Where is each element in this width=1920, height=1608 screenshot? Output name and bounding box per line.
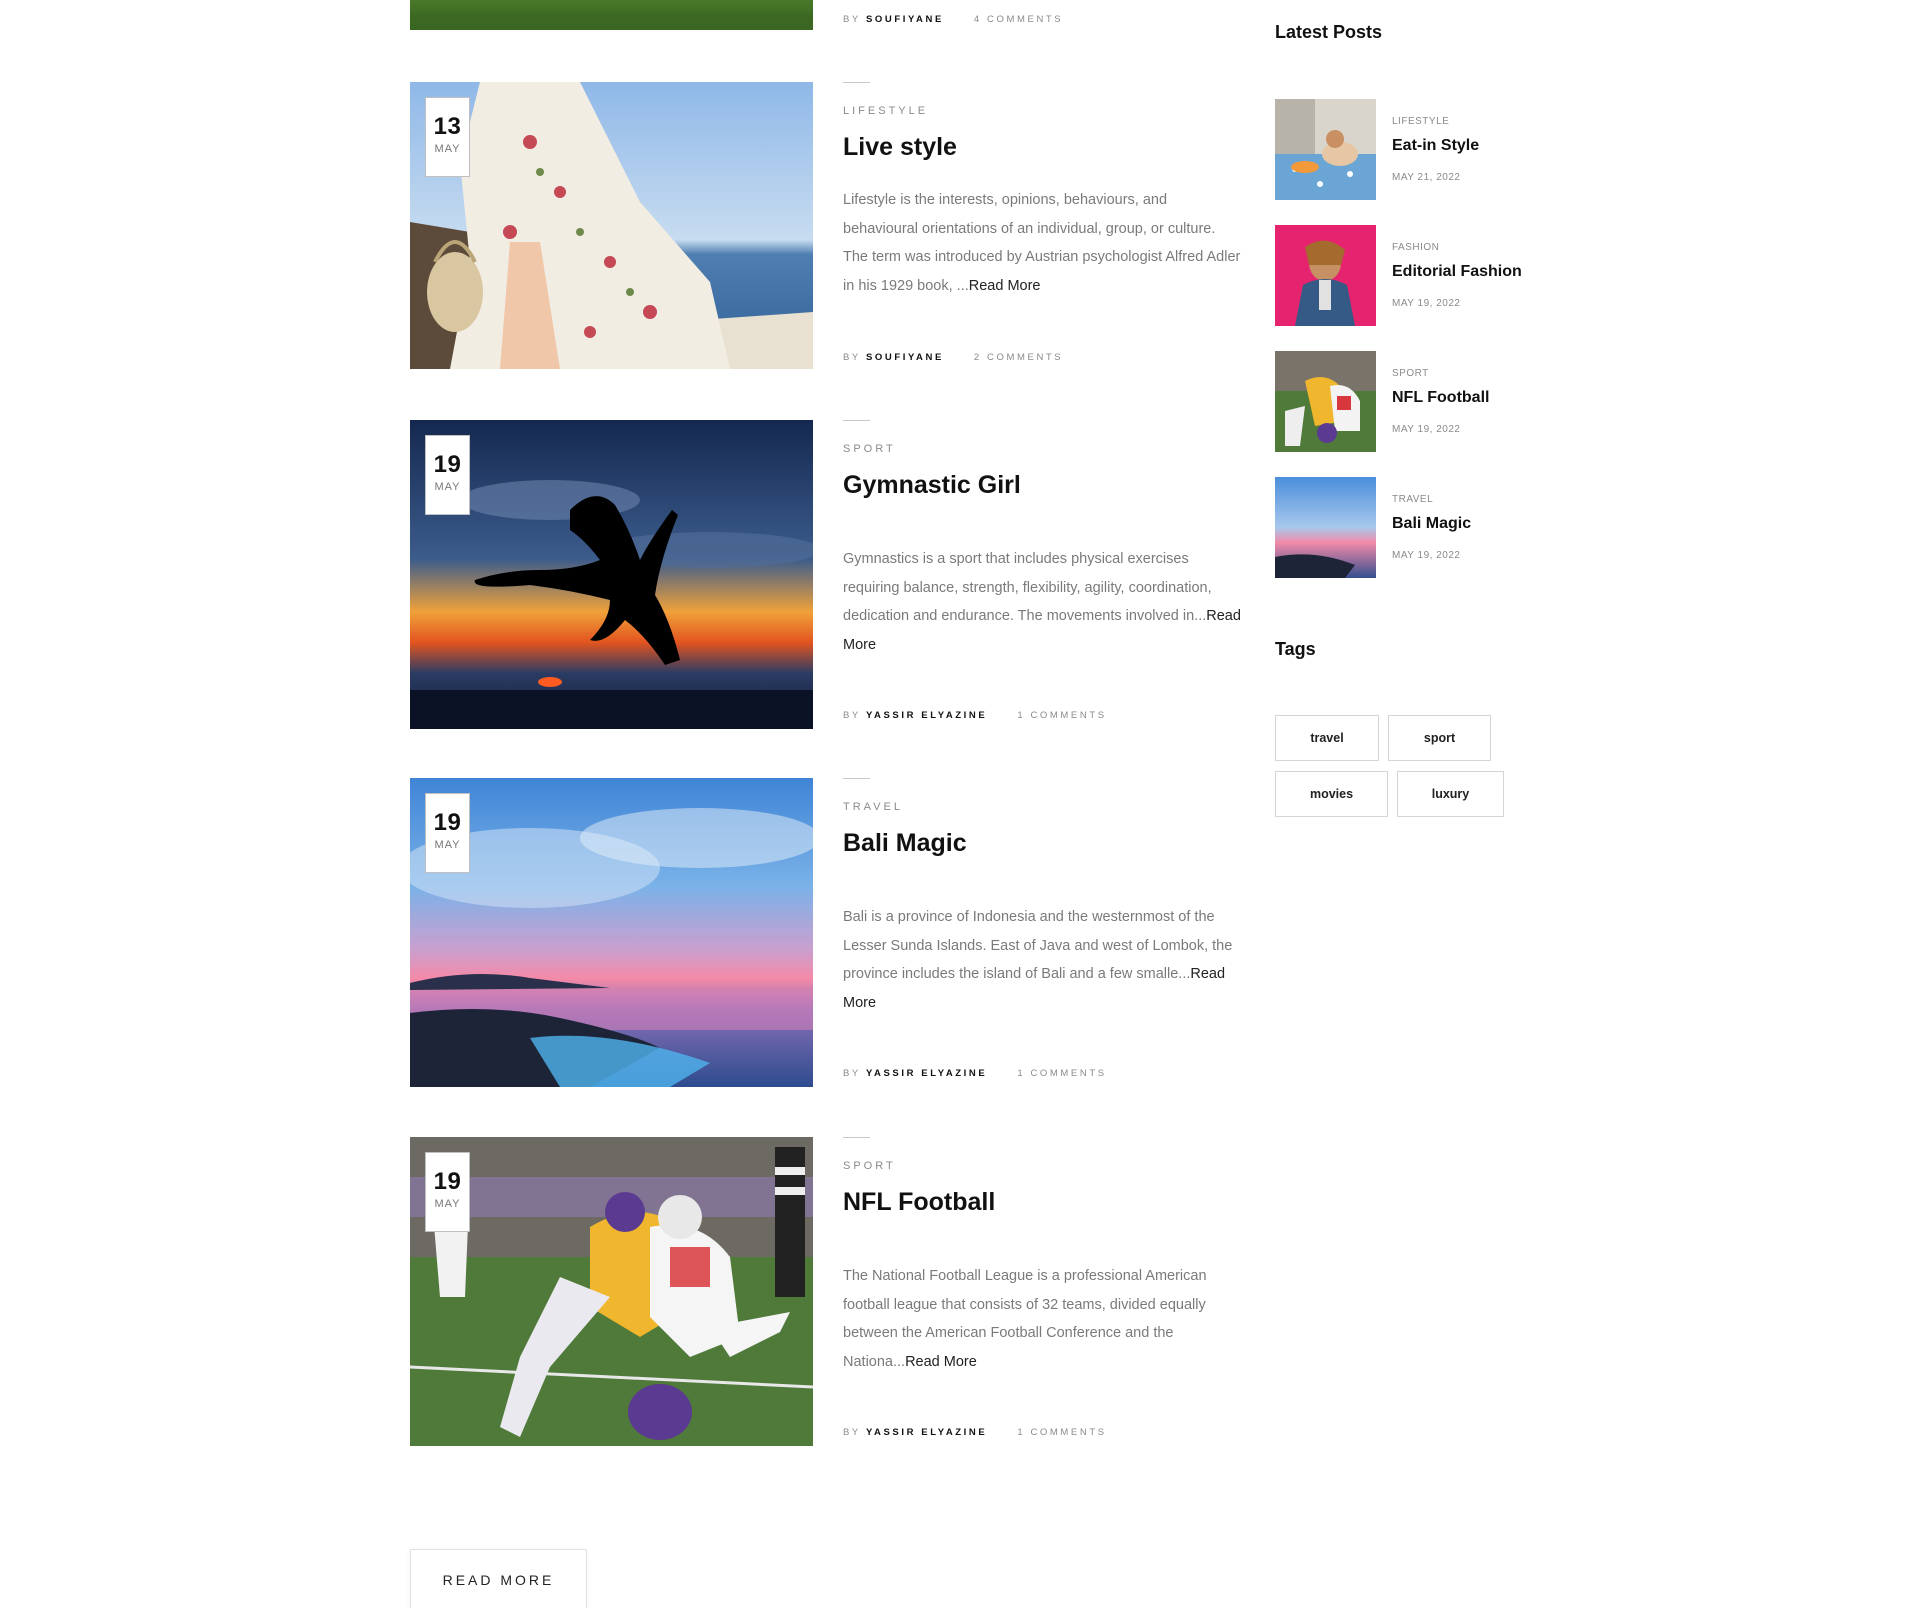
latest-post-item[interactable]: FASHION Editorial Fashion MAY 19, 2022: [1275, 225, 1575, 327]
post-comments[interactable]: 4 COMMENTS: [974, 14, 1063, 25]
latest-post-category: TRAVEL: [1392, 494, 1434, 505]
post-title[interactable]: Gymnastic Girl: [843, 470, 1243, 500]
latest-posts-heading: Latest Posts: [1275, 22, 1383, 42]
post-comments[interactable]: 1 COMMENTS: [1017, 1427, 1106, 1438]
post-excerpt: Lifestyle is the interests, opinions, be…: [843, 192, 1241, 294]
latest-post-date: MAY 19, 2022: [1392, 424, 1461, 435]
post-meta: BY YASSIR ELYAZINE 1 COMMENTS: [843, 1427, 1107, 1438]
post-author[interactable]: SOUFIYANE: [866, 14, 944, 25]
tag-travel[interactable]: travel: [1275, 715, 1379, 761]
latest-post-thumbnail[interactable]: [1275, 477, 1376, 578]
latest-post-item[interactable]: LIFESTYLE Eat-in Style MAY 21, 2022: [1275, 99, 1575, 201]
post-meta: BY YASSIR ELYAZINE 1 COMMENTS: [843, 1068, 1107, 1079]
post-card: 13 MAY LIFESTYLE Live style Lifestyle is…: [410, 82, 1240, 372]
post-card: 19 MAY SPORT Gymnastic Girl Gymnastics i…: [410, 420, 1243, 730]
post-excerpt: The National Football League is a profes…: [843, 1268, 1207, 1370]
latest-post-date: MAY 19, 2022: [1392, 298, 1461, 309]
post-category[interactable]: SPORT: [843, 443, 1243, 455]
post-date-badge: 19 MAY: [425, 435, 470, 515]
divider: [843, 778, 870, 779]
latest-post-thumbnail[interactable]: [1275, 99, 1376, 200]
tag-sport[interactable]: sport: [1388, 715, 1491, 761]
post-category[interactable]: LIFESTYLE: [843, 105, 1243, 117]
football-photo: [410, 1137, 813, 1446]
post-content: SPORT NFL Football The National Football…: [843, 1137, 1243, 1376]
latest-post-title[interactable]: Editorial Fashion: [1392, 263, 1522, 281]
divider: [843, 1137, 870, 1138]
post-previous: BY SOUFIYANE 4 COMMENTS: [410, 0, 1240, 32]
post-author[interactable]: YASSIR ELYAZINE: [866, 1068, 987, 1079]
divider: [843, 82, 870, 83]
read-more-link[interactable]: Read More: [905, 1354, 977, 1370]
post-content: SPORT Gymnastic Girl Gymnastics is a spo…: [843, 420, 1243, 659]
post-meta: BY SOUFIYANE 2 COMMENTS: [843, 352, 1064, 363]
post-date-badge: 19 MAY: [425, 1152, 470, 1232]
lifestyle-photo: [410, 82, 813, 369]
post-title[interactable]: NFL Football: [843, 1187, 1243, 1217]
post-content: LIFESTYLE Live style Lifestyle is the in…: [843, 82, 1243, 300]
latest-post-date: MAY 19, 2022: [1392, 550, 1461, 561]
latest-post-category: FASHION: [1392, 242, 1440, 253]
post-category[interactable]: TRAVEL: [843, 801, 1243, 813]
post-card: 19 MAY TRAVEL Bali Magic Bali is a provi…: [410, 778, 1240, 1088]
post-title[interactable]: Live style: [843, 132, 1243, 162]
post-author[interactable]: YASSIR ELYAZINE: [866, 710, 987, 721]
post-comments[interactable]: 2 COMMENTS: [974, 352, 1063, 363]
latest-post-thumbnail[interactable]: [1275, 225, 1376, 326]
latest-post-item[interactable]: TRAVEL Bali Magic MAY 19, 2022: [1275, 477, 1575, 579]
post-comments[interactable]: 1 COMMENTS: [1017, 710, 1106, 721]
post-title[interactable]: Bali Magic: [843, 828, 1243, 858]
latest-post-category: SPORT: [1392, 368, 1429, 379]
post-author[interactable]: SOUFIYANE: [866, 352, 944, 363]
post-image[interactable]: 19 MAY: [410, 420, 813, 729]
latest-post-item[interactable]: SPORT NFL Football MAY 19, 2022: [1275, 351, 1575, 453]
read-more-button[interactable]: READ MORE: [410, 1549, 587, 1608]
latest-post-date: MAY 21, 2022: [1392, 172, 1461, 183]
post-category[interactable]: SPORT: [843, 1160, 1243, 1172]
latest-post-title[interactable]: Eat-in Style: [1392, 137, 1479, 155]
read-more-link[interactable]: Read More: [969, 278, 1041, 294]
post-image[interactable]: [410, 0, 813, 30]
divider: [843, 420, 870, 421]
gymnastics-photo: [410, 420, 813, 729]
post-image[interactable]: 13 MAY: [410, 82, 813, 369]
tag-movies[interactable]: movies: [1275, 771, 1388, 817]
post-date-badge: 13 MAY: [425, 97, 470, 177]
post-image[interactable]: 19 MAY: [410, 1137, 813, 1446]
post-card: 19 MAY SPORT NFL Football The National F…: [410, 1137, 1240, 1447]
bali-photo: [410, 778, 813, 1087]
post-image[interactable]: 19 MAY: [410, 778, 813, 1087]
latest-post-title[interactable]: NFL Football: [1392, 389, 1489, 407]
post-content: TRAVEL Bali Magic Bali is a province of …: [843, 778, 1243, 1017]
post-meta: BY SOUFIYANE 4 COMMENTS: [843, 14, 1064, 25]
post-author[interactable]: YASSIR ELYAZINE: [866, 1427, 987, 1438]
tag-luxury[interactable]: luxury: [1397, 771, 1504, 817]
post-date-badge: 19 MAY: [425, 793, 470, 873]
post-meta: BY YASSIR ELYAZINE 1 COMMENTS: [843, 710, 1107, 721]
tags-heading: Tags: [1275, 639, 1316, 659]
latest-post-thumbnail[interactable]: [1275, 351, 1376, 452]
post-excerpt: Bali is a province of Indonesia and the …: [843, 909, 1233, 1011]
post-excerpt: Gymnastics is a sport that includes phys…: [843, 551, 1241, 653]
latest-post-category: LIFESTYLE: [1392, 116, 1450, 127]
latest-post-title[interactable]: Bali Magic: [1392, 515, 1471, 533]
post-comments[interactable]: 1 COMMENTS: [1017, 1068, 1106, 1079]
